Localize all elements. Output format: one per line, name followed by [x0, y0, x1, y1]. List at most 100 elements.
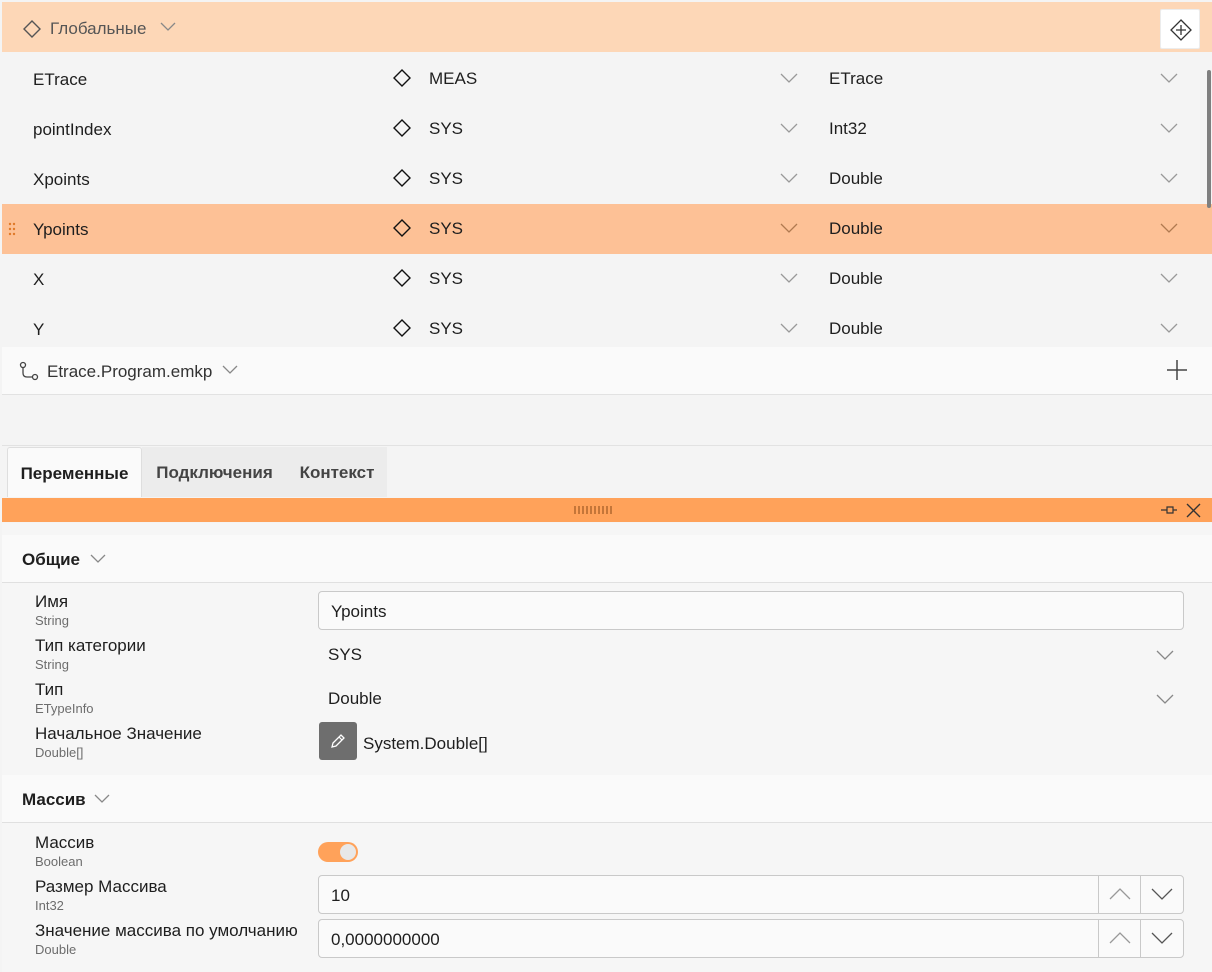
chevron-down-icon[interactable] [1160, 223, 1178, 233]
chevron-down-icon[interactable] [222, 365, 238, 375]
property-type: Boolean [35, 854, 83, 869]
diamond-icon [22, 19, 42, 39]
property-type: Double[] [35, 745, 84, 760]
property-label: Имя [35, 592, 69, 611]
initial-value: System.Double[] [363, 734, 488, 753]
array-toggle[interactable] [318, 842, 358, 862]
array-size-stepper[interactable]: 10 [318, 875, 1184, 914]
property-row-category: Тип категории String SYS [2, 636, 1212, 680]
chevron-down-icon [1151, 888, 1173, 900]
array-default-stepper[interactable]: 0,0000000000 [318, 919, 1184, 958]
decrement-button[interactable] [1140, 920, 1183, 957]
diamond-icon [392, 118, 412, 138]
panel-splitter[interactable] [2, 498, 1212, 522]
variable-category[interactable]: SYS [429, 119, 463, 139]
tab-bar: Переменные Подключения Контекст [2, 447, 1212, 497]
chevron-down-icon[interactable] [1160, 123, 1178, 133]
chevron-down-icon[interactable] [1160, 323, 1178, 333]
list-scrollbar[interactable] [1207, 70, 1211, 208]
edit-button[interactable] [319, 722, 357, 760]
variable-type[interactable]: Int32 [829, 119, 867, 139]
chevron-down-icon[interactable] [94, 794, 110, 804]
chevron-down-icon[interactable] [90, 554, 106, 564]
variable-row-selected[interactable]: Ypoints SYS Double [2, 204, 1212, 254]
diamond-icon [392, 268, 412, 288]
close-icon[interactable] [1186, 503, 1201, 518]
variable-category[interactable]: MEAS [429, 69, 477, 89]
chevron-down-icon[interactable] [780, 323, 798, 333]
variable-type[interactable]: Double [829, 319, 883, 339]
variable-row[interactable]: X SYS Double [2, 254, 1212, 304]
chevron-up-icon [1109, 932, 1131, 944]
properties-panel: Общие Имя String Ypoints Тип категории S… [2, 523, 1212, 972]
property-row-default: Значение массива по умолчанию Double 0,0… [2, 919, 1212, 965]
variable-row[interactable]: Y SYS Double [2, 304, 1212, 344]
chevron-up-icon [1109, 888, 1131, 900]
chevron-down-icon[interactable] [780, 73, 798, 83]
name-input[interactable]: Ypoints [318, 591, 1184, 630]
variable-category[interactable]: SYS [429, 219, 463, 239]
pin-icon[interactable] [1160, 503, 1178, 517]
variable-type[interactable]: Double [829, 219, 883, 239]
chevron-down-icon[interactable] [1156, 694, 1174, 704]
property-label: Начальное Значение [35, 724, 202, 743]
property-type: String [35, 613, 69, 628]
chevron-down-icon[interactable] [160, 22, 176, 32]
variable-category[interactable]: SYS [429, 169, 463, 189]
tab-connections[interactable]: Подключения [142, 447, 287, 497]
property-type: Double [35, 942, 77, 957]
add-global-button[interactable] [1160, 9, 1200, 49]
add-diamond-icon [1170, 19, 1192, 41]
tab-context[interactable]: Контекст [287, 447, 387, 497]
variable-row[interactable]: ETrace MEAS ETrace [2, 54, 1212, 104]
chevron-down-icon[interactable] [780, 123, 798, 133]
chevron-down-icon[interactable] [780, 223, 798, 233]
array-size-value[interactable]: 10 [331, 886, 350, 906]
chevron-down-icon[interactable] [1160, 73, 1178, 83]
property-type: String [35, 657, 69, 672]
variable-type[interactable]: Double [829, 269, 883, 289]
splitter-grip-icon[interactable] [574, 506, 614, 514]
chevron-down-icon[interactable] [780, 173, 798, 183]
plus-icon[interactable] [1166, 359, 1188, 381]
variable-category[interactable]: SYS [429, 319, 463, 339]
diamond-icon [392, 318, 412, 338]
property-row-size: Размер Массива Int32 10 [2, 875, 1212, 921]
empty-area [2, 396, 1212, 446]
chevron-down-icon[interactable] [1160, 273, 1178, 283]
chevron-down-icon[interactable] [780, 273, 798, 283]
section-array-header[interactable]: Массив [2, 775, 1212, 823]
property-label: Тип категории [35, 636, 146, 655]
chevron-down-icon[interactable] [1160, 173, 1178, 183]
property-row-name: Имя String Ypoints [2, 591, 1212, 636]
tab-variables[interactable]: Переменные [7, 447, 142, 497]
globals-header[interactable]: Глобальные [2, 2, 1212, 52]
pencil-icon [331, 734, 345, 748]
chevron-down-icon[interactable] [1156, 650, 1174, 660]
property-row-initial: Начальное Значение Double[] System.Doubl… [2, 722, 1212, 768]
variable-list: ETrace MEAS ETrace pointIndex SYS Int32 … [2, 54, 1212, 344]
array-default-value[interactable]: 0,0000000000 [331, 930, 440, 950]
branch-icon [19, 361, 39, 381]
variable-name: Ypoints [33, 220, 89, 239]
increment-button[interactable] [1098, 920, 1140, 957]
property-label: Размер Массива [35, 877, 167, 896]
section-general-header[interactable]: Общие [2, 535, 1212, 583]
diamond-icon [392, 68, 412, 88]
increment-button[interactable] [1098, 876, 1140, 913]
variable-type[interactable]: ETrace [829, 69, 883, 89]
property-row-is-array: Массив Boolean [2, 833, 1212, 877]
variable-name: pointIndex [33, 120, 112, 139]
variable-name: ETrace [33, 70, 88, 89]
variable-category[interactable]: SYS [429, 269, 463, 289]
program-header[interactable]: Etrace.Program.emkp [2, 347, 1212, 395]
variable-row[interactable]: pointIndex SYS Int32 [2, 104, 1212, 154]
type-select[interactable]: Double [328, 689, 382, 709]
decrement-button[interactable] [1140, 876, 1183, 913]
drag-handle-icon[interactable] [8, 222, 16, 236]
variable-row[interactable]: Xpoints SYS Double [2, 154, 1212, 204]
property-type: Int32 [35, 898, 64, 913]
diamond-icon [392, 218, 412, 238]
category-select[interactable]: SYS [328, 645, 362, 665]
variable-type[interactable]: Double [829, 169, 883, 189]
